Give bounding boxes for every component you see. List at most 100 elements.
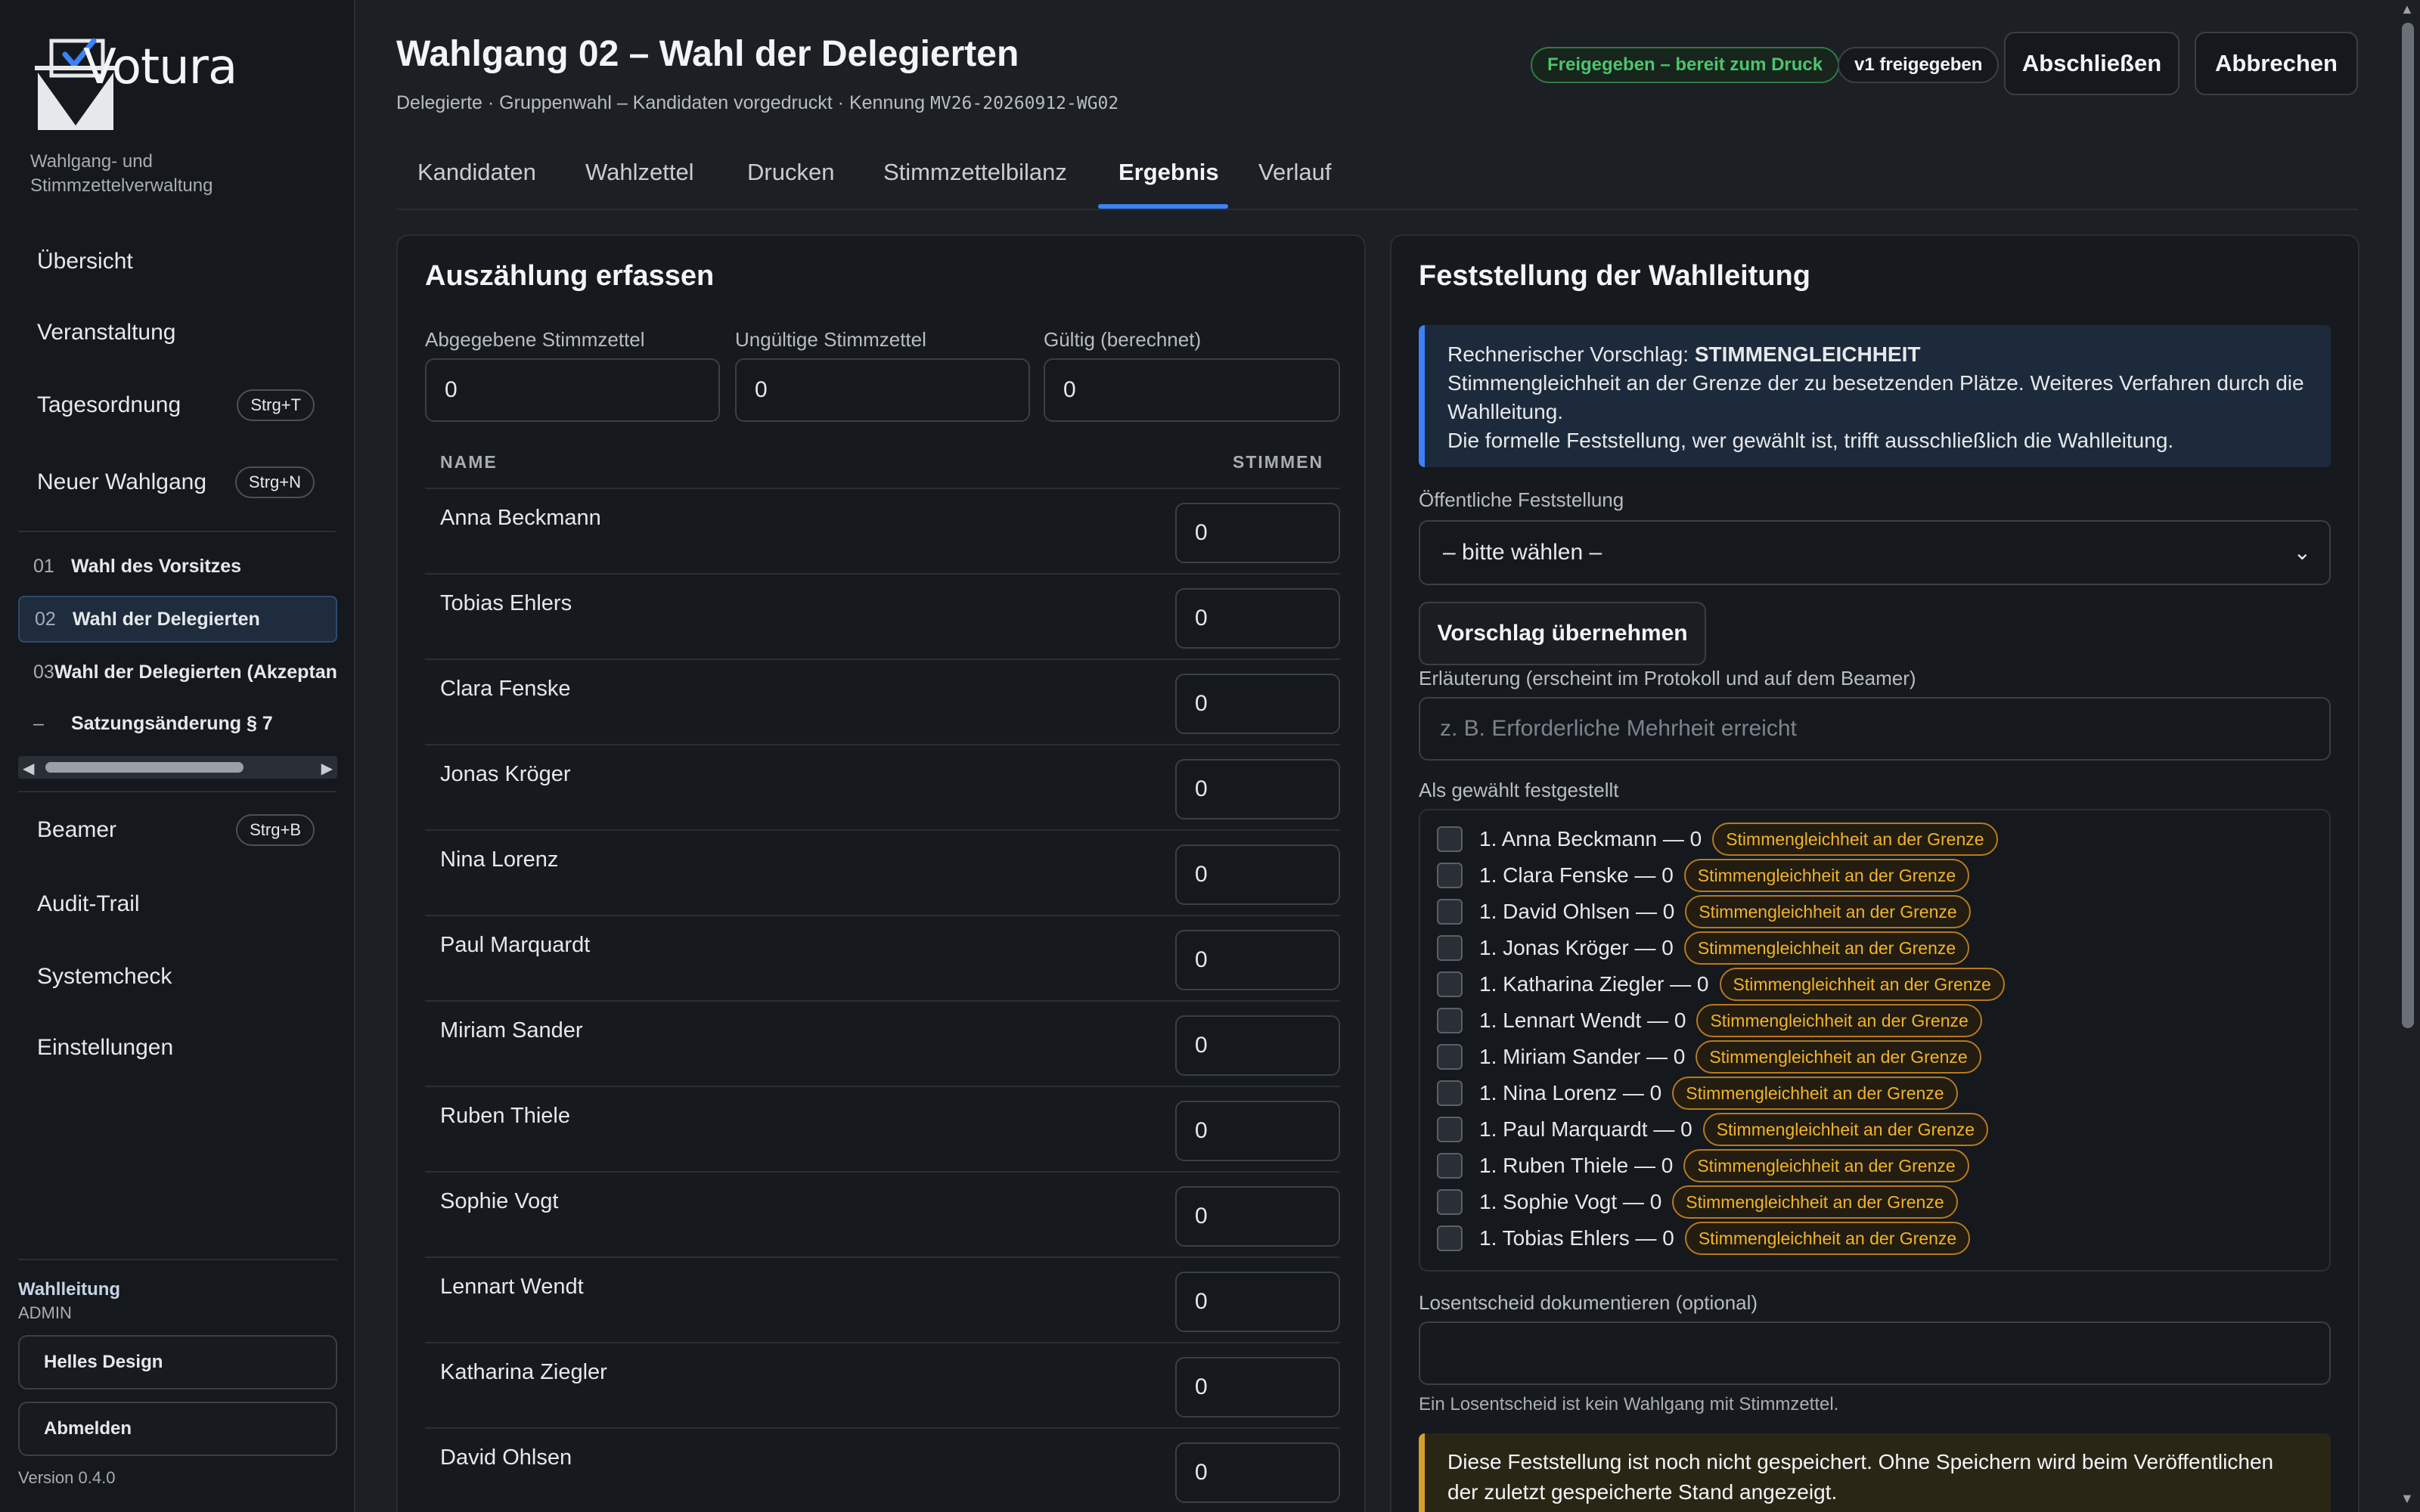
app-version: Version 0.4.0 [18, 1468, 116, 1487]
ballot-code: MV26-20260912-WG02 [930, 94, 1119, 113]
elected-candidate[interactable]: 1. Miriam Sander — 0 Stimmengleichheit an… [1437, 1040, 1981, 1074]
ballot-item-02-active[interactable]: 02 Wahl der Delegierten [18, 596, 337, 643]
checkbox[interactable] [1437, 1008, 1463, 1033]
user-name: ADMIN [18, 1303, 72, 1322]
checkbox[interactable] [1437, 1080, 1463, 1106]
elected-list: 1. Anna Beckmann — 0 Stimmengleichheit an… [1419, 809, 2331, 1272]
valid-ballots-field: 0 [1044, 358, 1340, 422]
checkbox[interactable] [1437, 863, 1463, 888]
votes-input[interactable]: 0 [1175, 1442, 1340, 1503]
elected-candidate[interactable]: 1. Lennart Wendt — 0 Stimmengleichheit an… [1437, 1004, 1982, 1037]
close-ballot-button[interactable]: Abschließen [2004, 32, 2180, 95]
ballot-list-scrollbar[interactable]: ◀ ▶ [18, 756, 337, 779]
scroll-left-icon[interactable]: ◀ [23, 759, 34, 778]
checkbox[interactable] [1437, 1225, 1463, 1251]
sidebar: Votura Wahlgang- und Stimmzettelverwaltu… [0, 0, 355, 1512]
ballot-item-01[interactable]: 01 Wahl des Vorsitzes [18, 543, 337, 590]
logout-button[interactable]: Abmelden [18, 1402, 337, 1456]
nav-new-ballot[interactable]: Neuer Wahlgang Strg+N [18, 455, 336, 510]
nav-event[interactable]: Veranstaltung [18, 305, 336, 360]
table-row: Miriam Sander 0 [425, 1002, 1340, 1087]
accept-suggestion-button[interactable]: Vorschlag übernehmen [1419, 602, 1706, 665]
ballot-item-amendment[interactable]: – Satzungsänderung § 7 [18, 700, 337, 747]
votes-input[interactable]: 0 [1175, 674, 1340, 734]
sidebar-divider [18, 791, 336, 792]
checkbox[interactable] [1437, 1189, 1463, 1215]
ballot-list[interactable]: 01 Wahl des Vorsitzes 02 Wahl der Delegier… [18, 541, 337, 761]
checkbox[interactable] [1437, 899, 1463, 925]
scroll-right-icon[interactable]: ▶ [321, 759, 333, 778]
page-scrollbar-thumb[interactable] [2402, 23, 2414, 1028]
tie-badge: Stimmengleichheit an der Grenze [1683, 1149, 1969, 1182]
tie-badge: Stimmengleichheit an der Grenze [1672, 1077, 1958, 1110]
elected-candidate[interactable]: 1. Clara Fenske — 0 Stimmengleichheit an … [1437, 859, 1970, 892]
tab-ballot-balance[interactable]: Stimmzettelbilanz [883, 159, 1067, 186]
elected-candidate[interactable]: 1. Nina Lorenz — 0 Stimmengleichheit an d… [1437, 1077, 1958, 1110]
elected-candidate[interactable]: 1. Tobias Ehlers — 0 Stimmengleichheit an… [1437, 1222, 1971, 1255]
checkbox[interactable] [1437, 1153, 1463, 1179]
app-tagline: Wahlgang- und Stimmzettelverwaltung [30, 151, 213, 196]
elected-candidate[interactable]: 1. Sophie Vogt — 0 Stimmengleichheit an d… [1437, 1185, 1958, 1219]
suggestion-info-box: Rechnerischer Vorschlag: STIMMENGLEICHHE… [1419, 325, 2331, 467]
cast-label: Abgegebene Stimmzettel [425, 328, 645, 351]
votes-input[interactable]: 0 [1175, 844, 1340, 905]
page-scrollbar[interactable]: ▲ ▼ [2396, 0, 2420, 1512]
elected-candidate[interactable]: 1. Jonas Kröger — 0 Stimmengleichheit an … [1437, 931, 1970, 965]
table-row: Jonas Kröger 0 [425, 745, 1340, 831]
invalid-label: Ungültige Stimmzettel [735, 328, 926, 351]
votes-input[interactable]: 0 [1175, 759, 1340, 820]
table-row: Lennart Wendt 0 [425, 1258, 1340, 1343]
votes-input[interactable]: 0 [1175, 1186, 1340, 1247]
votes-input[interactable]: 0 [1175, 503, 1340, 563]
votes-input[interactable]: 0 [1175, 588, 1340, 649]
cancel-ballot-button[interactable]: Abbrechen [2195, 32, 2358, 95]
count-panel-title: Auszählung erfassen [425, 260, 715, 292]
tab-history[interactable]: Verlauf [1258, 159, 1332, 186]
shortcut-badge: Strg+B [236, 814, 315, 846]
votes-input[interactable]: 0 [1175, 1357, 1340, 1418]
checkbox[interactable] [1437, 935, 1463, 961]
table-row: Katharina Ziegler 0 [425, 1343, 1340, 1429]
tab-ballots[interactable]: Wahlzettel [585, 159, 694, 186]
page-title: Wahlgang 02 – Wahl der Delegierten [396, 34, 1019, 74]
elected-candidate[interactable]: 1. Anna Beckmann — 0 Stimmengleichheit an… [1437, 823, 1998, 856]
lot-input[interactable] [1419, 1321, 2331, 1385]
scrollbar-thumb[interactable] [45, 762, 244, 773]
cast-ballots-input[interactable]: 0 [425, 358, 720, 422]
checkbox[interactable] [1437, 1117, 1463, 1142]
votes-input[interactable]: 0 [1175, 1015, 1340, 1076]
nav-agenda[interactable]: Tagesordnung Strg+T [18, 378, 336, 432]
lot-hint: Ein Losentscheid ist kein Wahlgang mit S… [1419, 1394, 1839, 1414]
elected-candidate[interactable]: 1. Paul Marquardt — 0 Stimmengleichheit a… [1437, 1113, 1989, 1146]
nav-overview[interactable]: Übersicht [18, 234, 336, 289]
tab-print[interactable]: Drucken [747, 159, 834, 186]
tab-result[interactable]: Ergebnis [1118, 159, 1219, 186]
app-name: Votura [83, 39, 237, 95]
elected-candidate[interactable]: 1. Katharina Ziegler — 0 Stimmengleichhei… [1437, 968, 2005, 1001]
nav-systemcheck[interactable]: Systemcheck [18, 950, 336, 1004]
scroll-down-icon[interactable]: ▼ [2400, 1491, 2414, 1507]
elected-candidate[interactable]: 1. Ruben Thiele — 0 Stimmengleichheit an … [1437, 1149, 1969, 1182]
votes-input[interactable]: 0 [1175, 930, 1340, 990]
votes-input[interactable]: 0 [1175, 1272, 1340, 1332]
theme-toggle-button[interactable]: Helles Design [18, 1335, 337, 1390]
ballot-item-03[interactable]: 03 Wahl der Delegierten (Akzeptanz) [18, 649, 337, 696]
count-panel: Auszählung erfassen Abgegebene Stimmzett… [396, 234, 1366, 1512]
invalid-ballots-input[interactable]: 0 [735, 358, 1030, 422]
explanation-input[interactable]: z. B. Erforderliche Mehrheit erreicht [1419, 697, 2331, 761]
public-determination-label: Öffentliche Feststellung [1419, 488, 1624, 511]
tab-candidates[interactable]: Kandidaten [417, 159, 536, 186]
nav-settings[interactable]: Einstellungen [18, 1021, 336, 1075]
elected-candidate[interactable]: 1. David Ohlsen — 0 Stimmengleichheit an … [1437, 895, 1971, 928]
scroll-up-icon[interactable]: ▲ [2400, 2, 2414, 17]
checkbox[interactable] [1437, 826, 1463, 852]
checkbox[interactable] [1437, 1044, 1463, 1070]
tab-bar: Kandidaten Wahlzettel Drucken Stimmzette… [396, 144, 2358, 210]
votes-input[interactable]: 0 [1175, 1101, 1340, 1161]
nav-audit-trail[interactable]: Audit-Trail [18, 877, 336, 931]
table-row: Paul Marquardt 0 [425, 916, 1340, 1002]
public-determination-select[interactable]: – bitte wählen – ⌄ [1419, 520, 2331, 585]
checkbox[interactable] [1437, 971, 1463, 997]
col-header-name: NAME [440, 452, 498, 472]
nav-beamer[interactable]: Beamer Strg+B [18, 803, 336, 857]
